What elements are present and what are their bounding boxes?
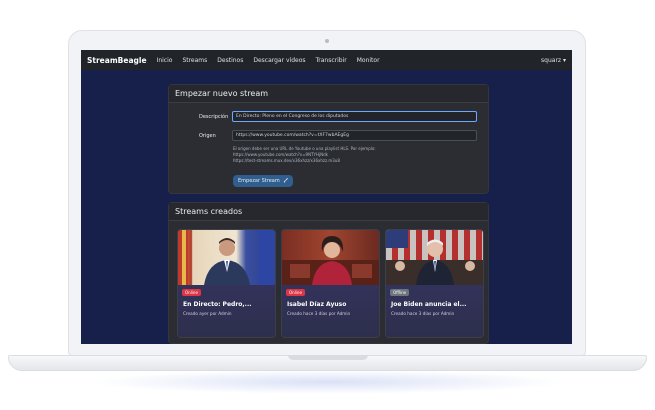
status-badge: Online bbox=[286, 289, 305, 296]
navbar: StreamBeagle Inicio Streams Destinos Des… bbox=[81, 50, 572, 70]
user-menu[interactable]: squarz ▾ bbox=[541, 57, 566, 64]
nav-item-descargar[interactable]: Descargar vídeos bbox=[253, 57, 305, 64]
help-line: https://test-streams.mux.dev/x36xhzz/x36… bbox=[233, 158, 340, 163]
laptop-shadow bbox=[90, 370, 566, 394]
source-help-text: El origen debe ser una URL de Youtube o … bbox=[233, 146, 376, 164]
nav-item-transcribir[interactable]: Transcribir bbox=[316, 57, 347, 64]
rocket-icon bbox=[283, 177, 288, 185]
laptop-screen: StreamBeagle Inicio Streams Destinos Des… bbox=[81, 50, 572, 344]
start-stream-button[interactable]: Empezar Stream bbox=[233, 175, 293, 187]
stream-title: En Directo: Pedro,... bbox=[183, 301, 252, 308]
source-row: Origen https://www.youtube.com/watch?v=t… bbox=[169, 130, 477, 141]
description-label: Descripción bbox=[199, 113, 229, 120]
stream-thumbnail bbox=[386, 230, 483, 285]
stream-card[interactable]: Online Isabel Díaz Ayuso Creado hace 3 d… bbox=[281, 229, 380, 338]
start-stream-label: Empezar Stream bbox=[238, 178, 280, 184]
status-badge: Offline bbox=[390, 289, 410, 296]
stream-thumbnail bbox=[178, 230, 275, 285]
nav-item-destinos[interactable]: Destinos bbox=[217, 57, 243, 64]
nav-item-monitor[interactable]: Monitor bbox=[357, 57, 380, 64]
camera-dot bbox=[325, 39, 329, 43]
stream-card[interactable]: Online En Directo: Pedro,... Creado ayer… bbox=[177, 229, 276, 338]
nav-item-streams[interactable]: Streams bbox=[182, 57, 207, 64]
status-badge: Online bbox=[182, 289, 201, 296]
source-label: Origen bbox=[199, 132, 216, 139]
source-input[interactable]: https://www.youtube.com/watch?v=tXF7wbAE… bbox=[232, 130, 477, 141]
new-stream-title: Empezar nuevo stream bbox=[169, 85, 488, 103]
stream-title: Joe Biden anuncia el... bbox=[391, 301, 467, 308]
description-row: Descripción En Directo: Pleno en el Cong… bbox=[169, 111, 477, 122]
new-stream-card: Empezar nuevo stream Descripción En Dire… bbox=[168, 84, 489, 194]
stream-card[interactable]: Offline Joe Biden anuncia el... Creado h… bbox=[385, 229, 484, 338]
stream-thumbnail bbox=[282, 230, 379, 285]
brand-logo[interactable]: StreamBeagle bbox=[87, 56, 147, 65]
streams-card: Streams creados Online En Directo: Pedro… bbox=[168, 202, 489, 344]
stream-meta: Creado hace 3 días por Admin bbox=[287, 311, 351, 316]
streams-title: Streams creados bbox=[169, 203, 488, 221]
nav-item-inicio[interactable]: Inicio bbox=[157, 57, 173, 64]
laptop-notch bbox=[288, 355, 368, 360]
description-input[interactable]: En Directo: Pleno en el Congreso de los … bbox=[232, 111, 477, 122]
stream-meta: Creado ayer por Admin bbox=[183, 311, 232, 316]
stream-meta: Creado hace 3 días por Admin bbox=[391, 311, 455, 316]
stream-title: Isabel Díaz Ayuso bbox=[287, 301, 347, 308]
